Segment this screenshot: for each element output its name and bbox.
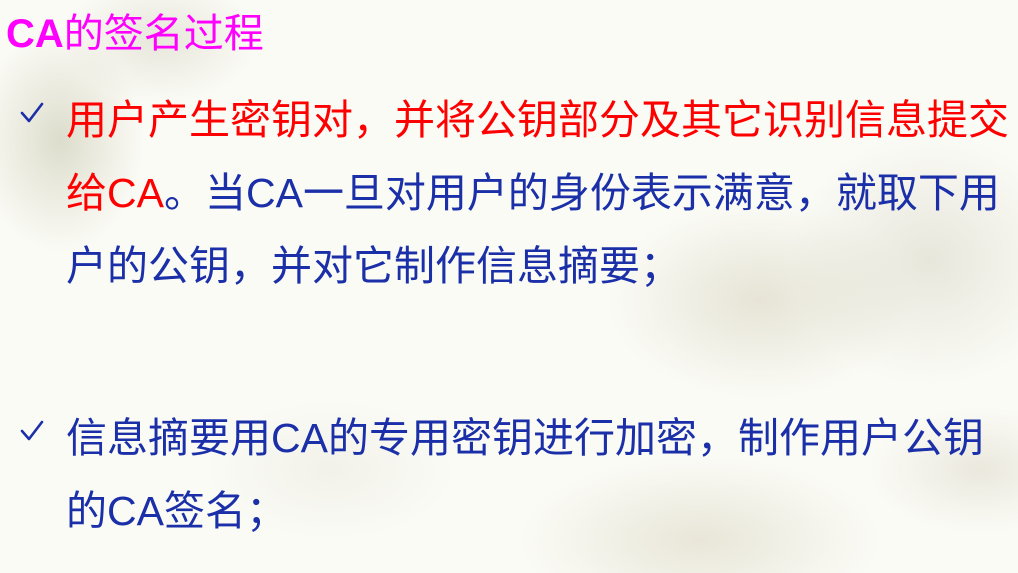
checkmark-icon xyxy=(20,84,46,144)
bullet-2-seg-4: 签名； xyxy=(163,487,287,535)
slide-title: CA的签名过程 xyxy=(6,8,264,60)
title-latin: CA xyxy=(6,12,64,56)
bullet-2-seg-3: CA xyxy=(107,488,164,534)
checkmark-icon xyxy=(20,402,46,462)
bullet-1-seg-3: CA xyxy=(245,170,303,216)
slide: CA的签名过程 用户产生密钥对，并将公钥部分及其它识别信息提交给CA。当CA一旦… xyxy=(0,0,1018,573)
bullet-1-seg-2: 。当 xyxy=(163,169,246,217)
bullet-1-seg-1: CA xyxy=(107,170,164,216)
bullet-text-2: 信息摘要用CA的专用密钥进行加密，制作用户公钥的CA签名； xyxy=(66,402,1010,548)
title-chinese: 的签名过程 xyxy=(63,11,264,57)
bullet-2-seg-1: CA xyxy=(271,415,328,461)
bullet-2-seg-0: 信息摘要用 xyxy=(66,414,271,462)
bullet-text-1: 用户产生密钥对，并将公钥部分及其它识别信息提交给CA。当CA一旦对用户的身份表示… xyxy=(66,84,1010,303)
